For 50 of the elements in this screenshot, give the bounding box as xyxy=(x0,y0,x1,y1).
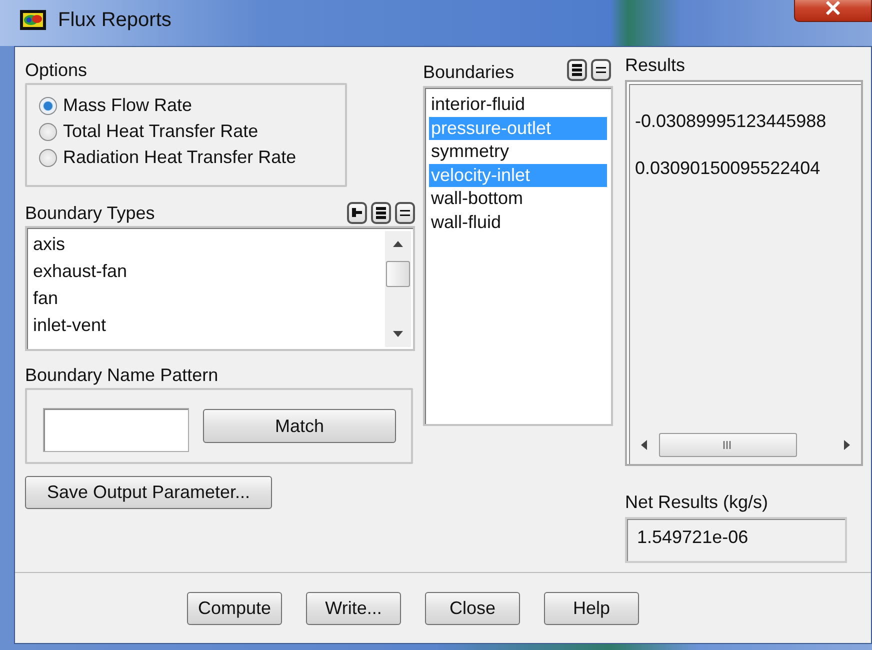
select-all-button[interactable] xyxy=(567,59,587,81)
scroll-thumb[interactable] xyxy=(659,433,797,457)
options-label: Options xyxy=(25,60,88,81)
boundary-types-label: Boundary Types xyxy=(25,203,155,224)
results-label: Results xyxy=(625,55,686,76)
deselect-all-button[interactable] xyxy=(395,202,415,224)
radio-label[interactable]: Mass Flow Rate xyxy=(63,95,192,116)
match-button[interactable]: Match xyxy=(203,409,396,443)
close-icon xyxy=(825,1,841,15)
scroll-down-icon xyxy=(393,331,403,337)
pattern-field[interactable] xyxy=(43,408,189,452)
window-title: Flux Reports xyxy=(58,8,172,32)
dialog-button[interactable]: Help xyxy=(544,592,639,624)
radio-button[interactable] xyxy=(39,148,57,166)
list-item[interactable]: axis xyxy=(31,231,385,258)
result-value: -0.03089995123445988 xyxy=(635,111,828,132)
list-item[interactable]: inlet-vent xyxy=(31,312,385,339)
radio-label[interactable]: Total Heat Transfer Rate xyxy=(63,121,258,142)
tree-icon xyxy=(351,206,363,220)
boundaries-label: Boundaries xyxy=(423,62,514,83)
result-value: 0.03090150095522404 xyxy=(635,158,822,179)
lines-icon xyxy=(375,206,387,220)
lines-icon xyxy=(571,63,583,77)
list-item[interactable]: fan xyxy=(31,285,385,312)
grip-icon xyxy=(723,441,733,449)
list-item[interactable]: symmetry xyxy=(429,140,607,164)
list-item[interactable]: exhaust-fan xyxy=(31,258,385,285)
scroll-thumb[interactable] xyxy=(386,261,410,287)
radio-label[interactable]: Radiation Heat Transfer Rate xyxy=(63,147,296,168)
deselect-all-button[interactable] xyxy=(591,59,611,81)
list-item[interactable]: wall-fluid xyxy=(429,210,607,234)
list-item[interactable]: wall-bottom xyxy=(429,187,607,210)
radio-button[interactable] xyxy=(39,122,57,140)
list-item[interactable]: interior-fluid xyxy=(429,93,607,116)
select-all-button[interactable] xyxy=(371,202,391,224)
app-icon xyxy=(20,10,46,30)
dialog-button[interactable]: Compute xyxy=(187,592,282,624)
tree-toggle-button[interactable] xyxy=(347,202,367,224)
radio-button[interactable] xyxy=(39,96,57,114)
scroll-right-icon xyxy=(844,440,850,450)
scroll-up-icon xyxy=(393,241,403,247)
vertical-scrollbar[interactable] xyxy=(385,231,411,347)
close-button[interactable] xyxy=(794,0,872,22)
net-results-label: Net Results (kg/s) xyxy=(625,492,770,513)
dialog-button[interactable]: Close xyxy=(425,592,520,624)
net-results-field: 1.549721e-06 xyxy=(625,517,847,563)
dialog-button[interactable]: Write... xyxy=(306,592,401,624)
pattern-label: Boundary Name Pattern xyxy=(25,365,220,386)
save-output-button[interactable]: Save Output Parameter... xyxy=(25,476,272,509)
scroll-left-icon xyxy=(641,440,647,450)
